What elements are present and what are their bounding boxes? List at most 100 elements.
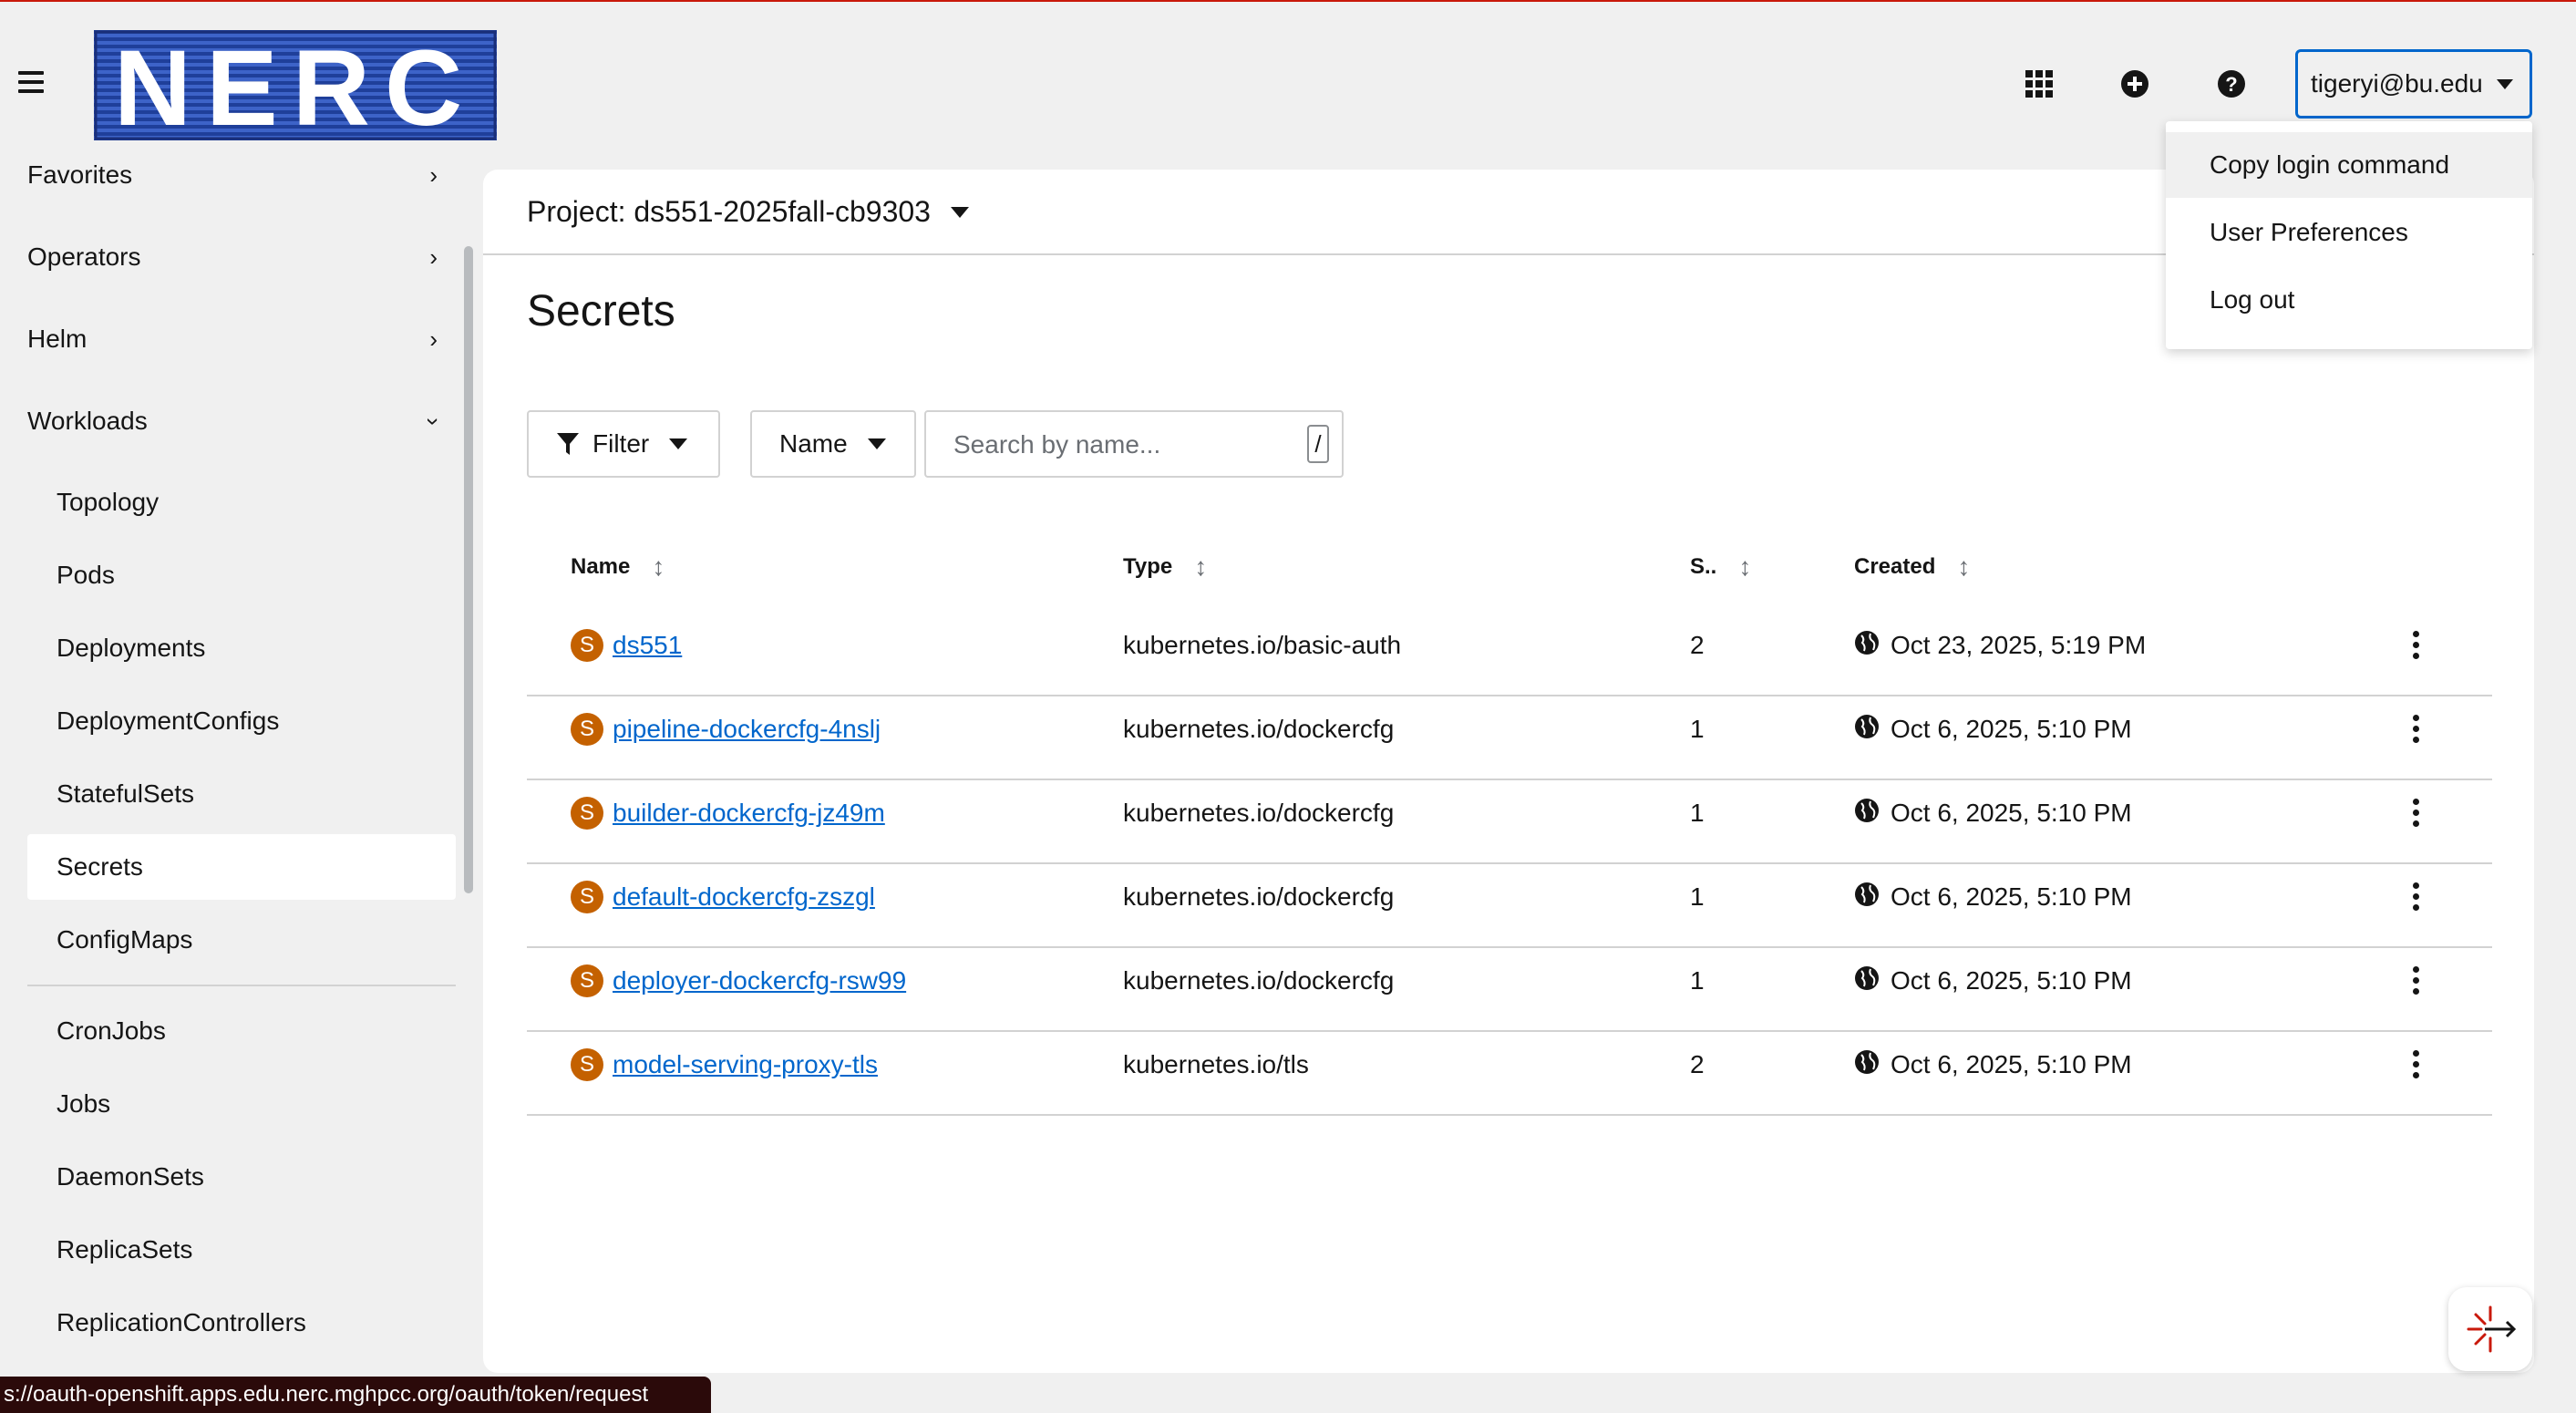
search-shortcut-hint: / [1307,425,1329,463]
sidebar-item-topology[interactable]: Topology [27,469,456,535]
chevron-right-icon: › [429,325,438,353]
globe-icon [1855,799,1879,822]
browser-status-bar: s://oauth-openshift.apps.edu.nerc.mghpcc… [0,1377,711,1413]
created-time: Oct 6, 2025, 5:10 PM [1891,715,2132,743]
secret-size: 1 [1690,966,1705,995]
table-row: Smodel-serving-proxy-tls kubernetes.io/t… [527,1023,2492,1107]
sidebar-item-pods[interactable]: Pods [27,542,456,608]
user-label: tigeryi@bu.edu [2311,69,2483,98]
globe-icon [1855,966,1879,990]
secret-badge: S [571,713,603,746]
main-content: Project: ds551-2025fall-cb9303 Secrets F… [483,170,2534,1373]
kebab-icon[interactable] [2410,715,2421,751]
secret-size: 1 [1690,882,1705,911]
secret-badge: S [571,797,603,830]
kebab-icon[interactable] [2410,882,2421,919]
nav-section-operators[interactable]: Operators › [27,242,438,272]
sidebar: Favorites › Operators › Helm › Workloads… [0,146,483,1413]
secret-name-link[interactable]: ds551 [613,631,682,660]
secret-size: 2 [1690,631,1705,659]
nav-section-helm[interactable]: Helm › [27,325,438,354]
sidebar-item-replicationcontrollers[interactable]: ReplicationControllers [27,1290,456,1356]
column-header-created[interactable]: Created ↕ [1854,552,1970,582]
globe-icon [1855,882,1879,906]
menu-item-user-preferences[interactable]: User Preferences [2166,200,2532,265]
column-header-type[interactable]: Type ↕ [1123,552,1207,582]
chevron-down-icon: › [420,417,448,426]
svg-text:?: ? [2225,73,2237,96]
sidebar-divider [27,985,456,986]
sidebar-item-daemonsets[interactable]: DaemonSets [27,1144,456,1210]
secret-size: 1 [1690,799,1705,827]
table-row: Sbuilder-dockercfg-jz49m kubernetes.io/d… [527,771,2492,855]
search-input[interactable] [952,427,1283,463]
sidebar-scrollbar[interactable] [464,246,473,893]
column-header-name[interactable]: Name ↕ [571,552,665,582]
filter-icon [557,433,579,455]
hamburger-icon[interactable] [18,71,44,93]
project-label: Project: ds551-2025fall-cb9303 [527,195,931,228]
secret-badge: S [571,964,603,997]
menu-item-copy-login-command[interactable]: Copy login command [2166,132,2532,198]
kebab-icon[interactable] [2410,1050,2421,1087]
name-select[interactable]: Name [750,410,916,478]
nerc-logo[interactable]: NERC [94,30,497,140]
sort-icon: ↕ [1738,552,1752,581]
search-box[interactable]: / [924,410,1344,478]
globe-icon [1855,715,1879,738]
filter-button[interactable]: Filter [527,410,720,478]
secret-badge: S [571,881,603,913]
sidebar-item-statefulsets[interactable]: StatefulSets [27,761,456,827]
sidebar-item-cronjobs[interactable]: CronJobs [27,998,456,1064]
sidebar-item-deploymentconfigs[interactable]: DeploymentConfigs [27,688,456,754]
page-title: Secrets [527,287,675,335]
secret-type: kubernetes.io/dockercfg [1123,715,1395,743]
secret-name-link[interactable]: model-serving-proxy-tls [613,1050,878,1079]
secret-name-link[interactable]: default-dockercfg-zszgl [613,882,875,912]
secret-badge: S [571,629,603,662]
caret-down-icon [2497,78,2513,89]
menu-item-log-out[interactable]: Log out [2166,267,2532,333]
sidebar-item-deployments[interactable]: Deployments [27,615,456,681]
table-row: Spipeline-dockercfg-4nslj kubernetes.io/… [527,687,2492,771]
question-circle-icon[interactable]: ? [2216,68,2247,99]
sort-icon: ↕ [652,552,665,581]
sidebar-item-jobs[interactable]: Jobs [27,1071,456,1137]
logo-text: NERC [114,30,477,140]
secret-type: kubernetes.io/basic-auth [1123,631,1402,659]
chevron-right-icon: › [429,160,438,189]
nav-section-workloads[interactable]: Workloads › [27,407,448,436]
caret-down-icon [950,206,969,218]
assistant-launcher-icon[interactable] [2448,1287,2532,1371]
created-time: Oct 23, 2025, 5:19 PM [1891,631,2147,659]
table-row: Sds551 kubernetes.io/basic-auth 2 Oct 23… [527,603,2492,687]
secret-badge: S [571,1048,603,1081]
created-time: Oct 6, 2025, 5:10 PM [1891,799,2132,827]
sidebar-item-secrets[interactable]: Secrets [27,834,456,900]
grid-icon[interactable] [2024,68,2055,99]
secret-name-link[interactable]: deployer-dockercfg-rsw99 [613,966,906,995]
secret-name-link[interactable]: builder-dockercfg-jz49m [613,799,885,828]
kebab-icon[interactable] [2410,799,2421,835]
row-divider [527,1114,2492,1116]
caret-down-icon [669,438,688,449]
user-dropdown-menu: Copy login command User Preferences Log … [2166,121,2532,349]
plus-circle-icon[interactable] [2119,68,2150,99]
secret-size: 2 [1690,1050,1705,1078]
secret-type: kubernetes.io/dockercfg [1123,799,1395,827]
column-header-size[interactable]: S.. ↕ [1690,552,1751,582]
table-row: Sdefault-dockercfg-zszgl kubernetes.io/d… [527,855,2492,939]
project-selector[interactable]: Project: ds551-2025fall-cb9303 [527,195,969,229]
secret-name-link[interactable]: pipeline-dockercfg-4nslj [613,715,881,744]
chevron-right-icon: › [429,242,438,271]
kebab-icon[interactable] [2410,966,2421,1003]
nav-section-favorites[interactable]: Favorites › [27,160,438,190]
kebab-icon[interactable] [2410,631,2421,667]
user-menu-toggle[interactable]: tigeryi@bu.edu [2295,49,2532,119]
secret-type: kubernetes.io/dockercfg [1123,966,1395,995]
sidebar-item-replicasets[interactable]: ReplicaSets [27,1217,456,1283]
caret-down-icon [867,438,886,449]
sidebar-item-configmaps[interactable]: ConfigMaps [27,907,456,973]
globe-icon [1855,1050,1879,1074]
secret-type: kubernetes.io/tls [1123,1050,1309,1078]
